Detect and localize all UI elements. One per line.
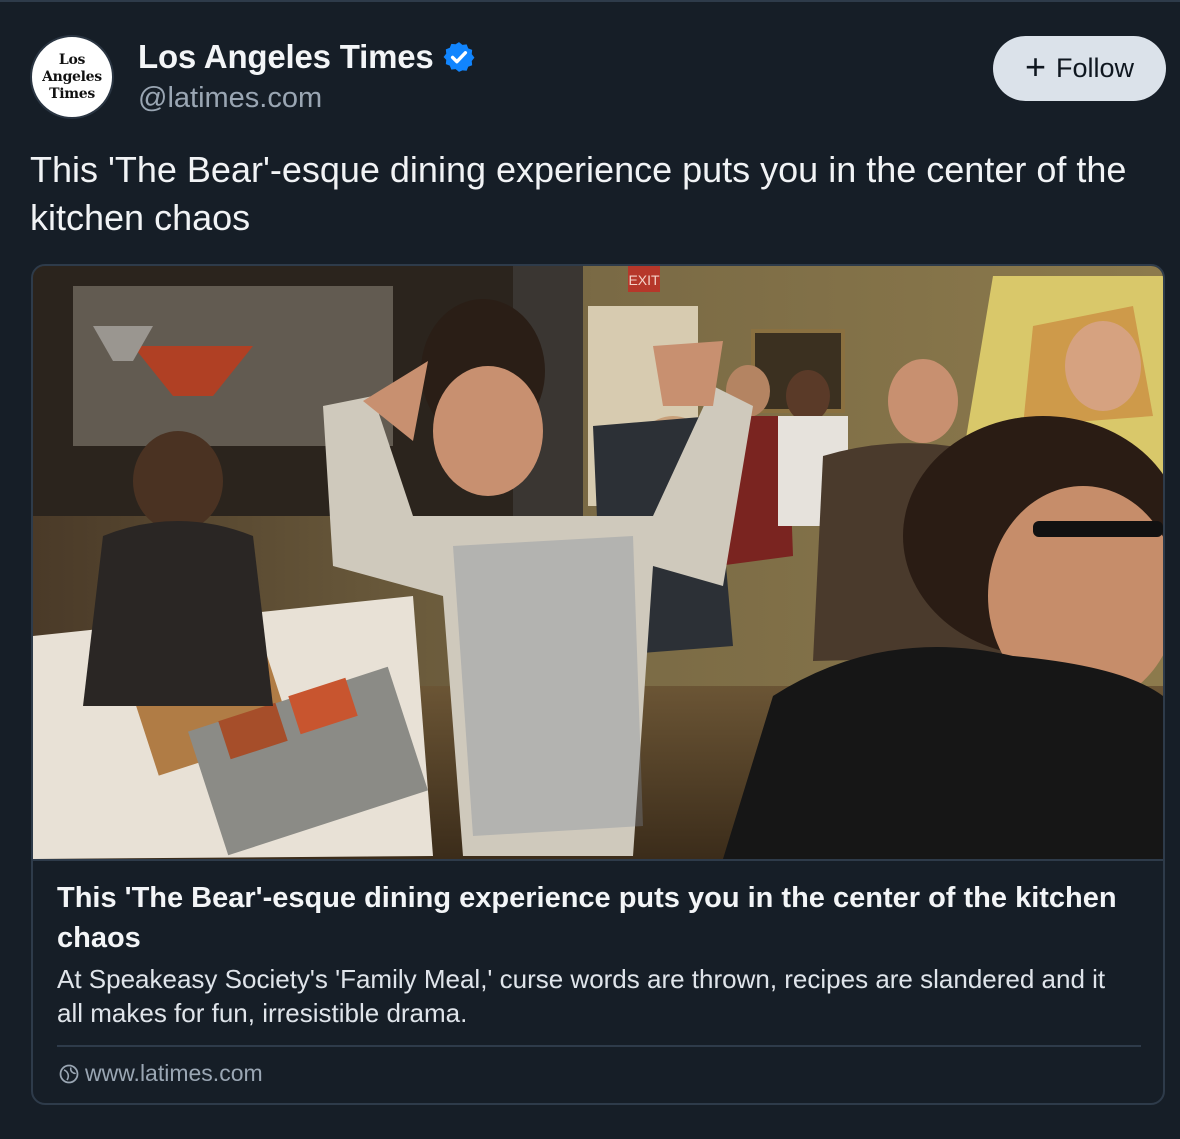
follow-button[interactable]: + Follow	[993, 36, 1166, 101]
exit-sign-text: EXIT	[628, 272, 660, 288]
card-description: At Speakeasy Society's 'Family Meal,' cu…	[57, 964, 1106, 1028]
author-handle[interactable]: @latimes.com	[138, 82, 322, 115]
plus-icon: +	[1024, 46, 1046, 87]
post-text: This 'The Bear'-esque dining experience …	[30, 149, 1127, 238]
author-name[interactable]: Los Angeles Times	[138, 38, 434, 76]
card-domain: www.latimes.com	[85, 1060, 263, 1086]
card-domain-row: www.latimes.com	[59, 1060, 263, 1087]
globe-icon	[59, 1064, 79, 1083]
author-name-row: Los Angeles Times	[138, 38, 476, 76]
top-divider	[0, 0, 1180, 2]
article-photo: EXIT	[33, 266, 1163, 861]
card-divider	[57, 1045, 1141, 1047]
avatar-logo-text: Los Angeles Times	[42, 51, 102, 102]
link-card[interactable]: EXIT This 'The Bear'-esque dining experi…	[31, 264, 1165, 1105]
avatar[interactable]: Los Angeles Times	[30, 35, 114, 119]
follow-button-label: Follow	[1056, 53, 1135, 83]
verified-badge-icon	[443, 42, 474, 72]
card-title: This 'The Bear'-esque dining experience …	[57, 882, 1117, 954]
